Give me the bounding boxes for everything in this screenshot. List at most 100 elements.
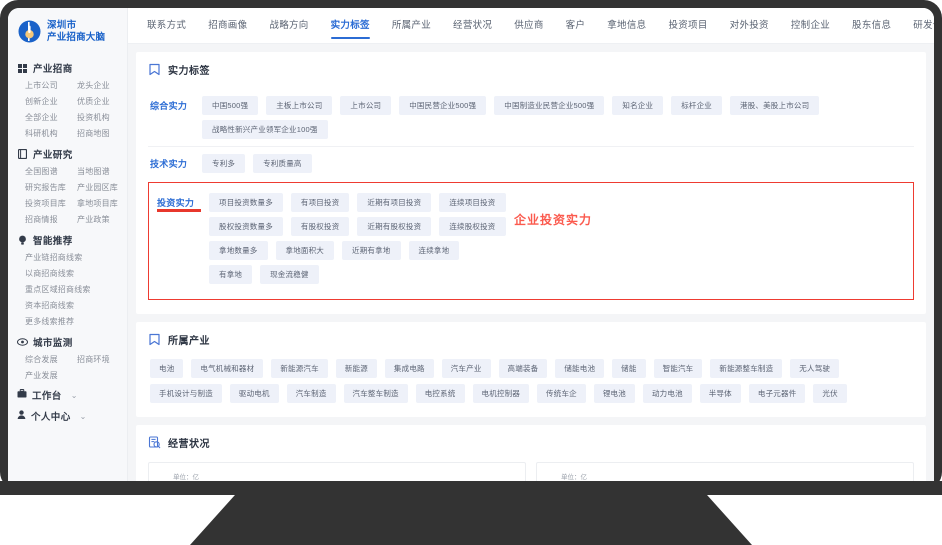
tab-investment-profile[interactable]: 招商画像: [197, 8, 258, 43]
tag-item[interactable]: 中国制造业民营企业500强: [494, 96, 605, 115]
sidebar-item-comprehensive-development[interactable]: 综合发展: [25, 354, 77, 365]
tag-item[interactable]: 近期有股权投资: [357, 217, 432, 236]
sidebar-item-innovative-enterprise[interactable]: 创新企业: [25, 96, 77, 107]
tag-item[interactable]: 上市公司: [340, 96, 392, 115]
sidebar-item-workbench[interactable]: 工作台 ⌄: [8, 381, 127, 402]
tag-item[interactable]: 有项目投资: [290, 193, 350, 212]
tag-item[interactable]: 有股权投资: [290, 217, 350, 236]
sidebar-item-leading-enterprise[interactable]: 龙头企业: [77, 80, 127, 91]
sidebar-item-chain-clue[interactable]: 产业链招商线索: [25, 252, 127, 263]
tag-item[interactable]: 集成电路: [384, 359, 434, 378]
tag-item[interactable]: 标杆企业: [671, 96, 722, 115]
tag-item[interactable]: 汽车制造: [286, 384, 336, 403]
tag-item[interactable]: 连续项目投资: [439, 193, 506, 212]
sidebar-item-more-clue[interactable]: 更多线索推荐: [25, 316, 127, 327]
tag-item[interactable]: 有拿地: [209, 265, 253, 284]
tab-investment-project[interactable]: 投资项目: [657, 8, 718, 43]
chevron-down-icon[interactable]: ⌄: [80, 412, 87, 421]
sidebar-item-industry-development[interactable]: 产业发展: [25, 370, 77, 381]
sidebar-item-investment-institution[interactable]: 投资机构: [77, 112, 127, 123]
tab-strength-label[interactable]: 实力标签: [320, 8, 381, 43]
row-label: 技术实力: [150, 159, 188, 169]
tag-item[interactable]: 锂电池: [593, 384, 635, 403]
sidebar-item-land-project-library[interactable]: 拿地项目库: [77, 198, 127, 209]
tab-outbound-investment[interactable]: 对外投资: [719, 8, 780, 43]
tag-item[interactable]: 连续拿地: [408, 241, 460, 260]
tag-item[interactable]: 储能: [612, 359, 646, 378]
tag-item[interactable]: 汽车产业: [441, 359, 491, 378]
sidebar-item-quality-enterprise[interactable]: 优质企业: [77, 96, 127, 107]
chevron-down-icon[interactable]: ⌄: [71, 391, 78, 400]
tag-item[interactable]: 专利质量高: [253, 154, 312, 173]
brand-line-1: 深圳市: [47, 20, 77, 32]
brand-logo[interactable]: 深圳市 产业招商大脑: [8, 8, 127, 53]
tag-item[interactable]: 动力电池: [642, 384, 692, 403]
tab-controlled-enterprise[interactable]: 控制企业: [780, 8, 841, 43]
tag-item[interactable]: 股权投资数量多: [209, 217, 283, 236]
tag-item[interactable]: 新能源: [335, 359, 377, 378]
sidebar-item-key-region-clue[interactable]: 重点区域招商线索: [25, 284, 127, 295]
sidebar-item-industrial-park-library[interactable]: 产业园区库: [77, 182, 127, 193]
sidebar-group-header[interactable]: 产业研究: [8, 147, 127, 166]
tag-item[interactable]: 战略性新兴产业领军企业100强: [202, 120, 328, 139]
tag-item[interactable]: 知名企业: [612, 96, 664, 115]
tag-item[interactable]: 近期有拿地: [342, 241, 401, 260]
sidebar-group-header[interactable]: 城市监测: [8, 335, 127, 354]
tab-contact[interactable]: 联系方式: [136, 8, 197, 43]
tag-item[interactable]: 驱动电机: [229, 384, 279, 403]
tag-item[interactable]: 电机控制器: [472, 384, 530, 403]
sidebar-group-header[interactable]: 智能推荐: [8, 233, 127, 252]
sidebar-item-investment-environment[interactable]: 招商环境: [77, 354, 127, 365]
tag-item[interactable]: 传统车企: [537, 384, 586, 403]
tag-item[interactable]: 新能源整车制造: [710, 359, 783, 378]
tag-item[interactable]: 主板上市公司: [266, 96, 333, 115]
tab-shareholder-info[interactable]: 股东信息: [841, 8, 902, 43]
tag-item[interactable]: 新能源汽车: [271, 359, 328, 378]
tag-item[interactable]: 电池: [150, 359, 184, 378]
sidebar-item-research-report-library[interactable]: 研究报告库: [25, 182, 77, 193]
sidebar-group-header[interactable]: 产业招商: [8, 61, 127, 80]
tag-item[interactable]: 电子元器件: [748, 384, 806, 403]
tag-item[interactable]: 连续股权投资: [439, 217, 506, 236]
main-content: 联系方式 招商画像 战略方向 实力标签 所属产业 经营状况 供应商 客户 拿地信…: [128, 8, 934, 490]
sidebar-item-all-enterprise[interactable]: 全部企业: [25, 112, 77, 123]
tag-item[interactable]: 高端装备: [498, 359, 548, 378]
tab-business-status[interactable]: 经营状况: [442, 8, 503, 43]
tag-item[interactable]: 智能汽车: [653, 359, 703, 378]
tag-item[interactable]: 项目投资数量多: [209, 193, 283, 212]
tag-item[interactable]: 汽车整车制造: [343, 384, 408, 403]
tag-item[interactable]: 手机设计与制造: [150, 384, 222, 403]
tag-item[interactable]: 无人驾驶: [790, 359, 840, 378]
sidebar-item-national-atlas[interactable]: 全国图谱: [25, 166, 77, 177]
tag-item[interactable]: 现金流稳健: [260, 265, 319, 284]
bulb-icon: [17, 235, 28, 246]
tab-supplier[interactable]: 供应商: [503, 8, 554, 43]
tab-customer[interactable]: 客户: [555, 8, 597, 43]
tag-item[interactable]: 拿地数量多: [209, 241, 268, 260]
tag-item[interactable]: 近期有项目投资: [357, 193, 432, 212]
tab-rd-info[interactable]: 研发信息: [902, 8, 934, 43]
tag-item[interactable]: 中国500强: [202, 96, 259, 115]
tag-item[interactable]: 半导体: [699, 384, 741, 403]
tag-item[interactable]: 中国民营企业500强: [399, 96, 487, 115]
sidebar-item-industrial-policy[interactable]: 产业政策: [77, 214, 127, 225]
sidebar-item-investment-project-library[interactable]: 投资项目库: [25, 198, 77, 209]
sidebar-item-local-atlas[interactable]: 当地图谱: [77, 166, 127, 177]
sidebar-item-investment-map[interactable]: 招商地图: [77, 128, 127, 139]
tag-item[interactable]: 电控系统: [415, 384, 465, 403]
sidebar-item-investment-intelligence[interactable]: 招商情报: [25, 214, 77, 225]
sidebar-item-personal-center[interactable]: 个人中心 ⌄: [8, 402, 127, 423]
sidebar-item-research-institution[interactable]: 科研机构: [25, 128, 77, 139]
tag-item[interactable]: 港股、美股上市公司: [730, 96, 820, 115]
tag-item[interactable]: 拿地面积大: [275, 241, 334, 260]
tag-item[interactable]: 专利多: [202, 154, 246, 173]
tab-industry[interactable]: 所属产业: [381, 8, 442, 43]
sidebar-item-capital-clue[interactable]: 资本招商线索: [25, 300, 127, 311]
tab-land-info[interactable]: 拿地信息: [596, 8, 657, 43]
sidebar-item-listed-company[interactable]: 上市公司: [25, 80, 77, 91]
tag-item[interactable]: 储能电池: [555, 359, 605, 378]
tag-item[interactable]: 电气机械和器材: [191, 359, 264, 378]
sidebar-item-merchant-clue[interactable]: 以商招商线索: [25, 268, 127, 279]
tag-item[interactable]: 光伏: [813, 384, 847, 403]
tab-strategic-direction[interactable]: 战略方向: [258, 8, 319, 43]
